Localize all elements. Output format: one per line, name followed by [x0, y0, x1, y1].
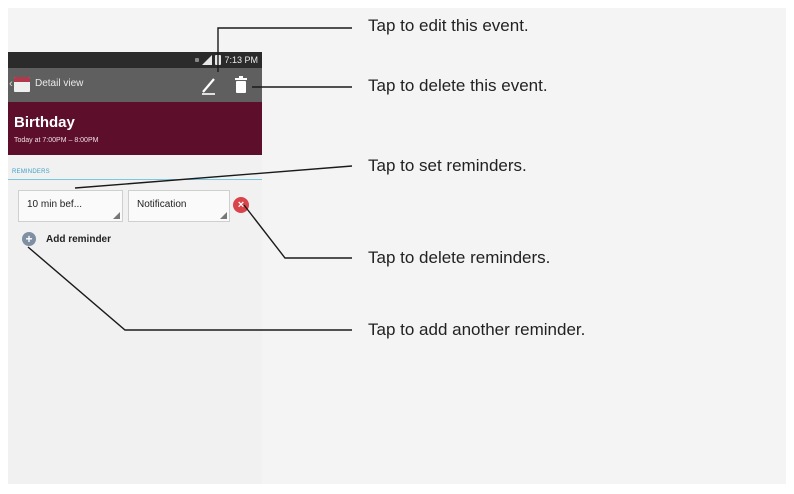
reminder-type-value: Notification [137, 199, 187, 210]
back-icon[interactable]: ‹ [9, 78, 13, 90]
action-bar: ‹ Detail view [8, 68, 262, 102]
edit-button[interactable] [198, 73, 220, 97]
spinner-corner-icon [220, 212, 227, 219]
spinner-corner-icon [113, 212, 120, 219]
callout-set-reminders: Tap to set reminders. [368, 156, 527, 175]
trash-icon [235, 76, 247, 93]
section-divider [8, 179, 262, 180]
signal-icon [202, 55, 213, 65]
phone-screen: 7:13 PM ‹ Detail view Birthday Today at … [8, 52, 262, 484]
callout-edit-event: Tap to edit this event. [368, 16, 529, 35]
add-reminder-label[interactable]: Add reminder [46, 234, 111, 245]
calendar-icon[interactable] [14, 77, 30, 92]
event-time: Today at 7:00PM – 8:00PM [14, 137, 99, 144]
status-time: 7:13 PM [224, 55, 258, 65]
event-title: Birthday [14, 114, 75, 131]
delete-reminder-button[interactable]: × [233, 197, 249, 213]
remove-icon: × [237, 199, 245, 211]
callout-add-reminder: Tap to add another reminder. [368, 320, 586, 339]
reminder-type-spinner[interactable]: Notification [128, 190, 230, 222]
screen-title: Detail view [35, 78, 84, 89]
status-bar: 7:13 PM [8, 52, 262, 68]
status-icons: 7:13 PM [195, 54, 258, 66]
figure-canvas: 7:13 PM ‹ Detail view Birthday Today at … [0, 0, 794, 494]
callout-delete-reminders: Tap to delete reminders. [368, 248, 551, 267]
reminder-time-spinner[interactable]: 10 min bef... [18, 190, 123, 222]
callout-delete-event: Tap to delete this event. [368, 76, 548, 95]
pencil-icon [202, 78, 215, 95]
reminder-time-value: 10 min bef... [27, 199, 83, 210]
delete-event-button[interactable] [233, 74, 249, 96]
battery-icon [215, 55, 222, 65]
event-header: Birthday Today at 7:00PM – 8:00PM [8, 102, 262, 155]
reminders-section-label: REMINDERS [12, 169, 50, 175]
plus-icon: + [25, 232, 33, 246]
notification-icon [195, 58, 200, 62]
add-reminder-button[interactable]: + [22, 232, 36, 246]
